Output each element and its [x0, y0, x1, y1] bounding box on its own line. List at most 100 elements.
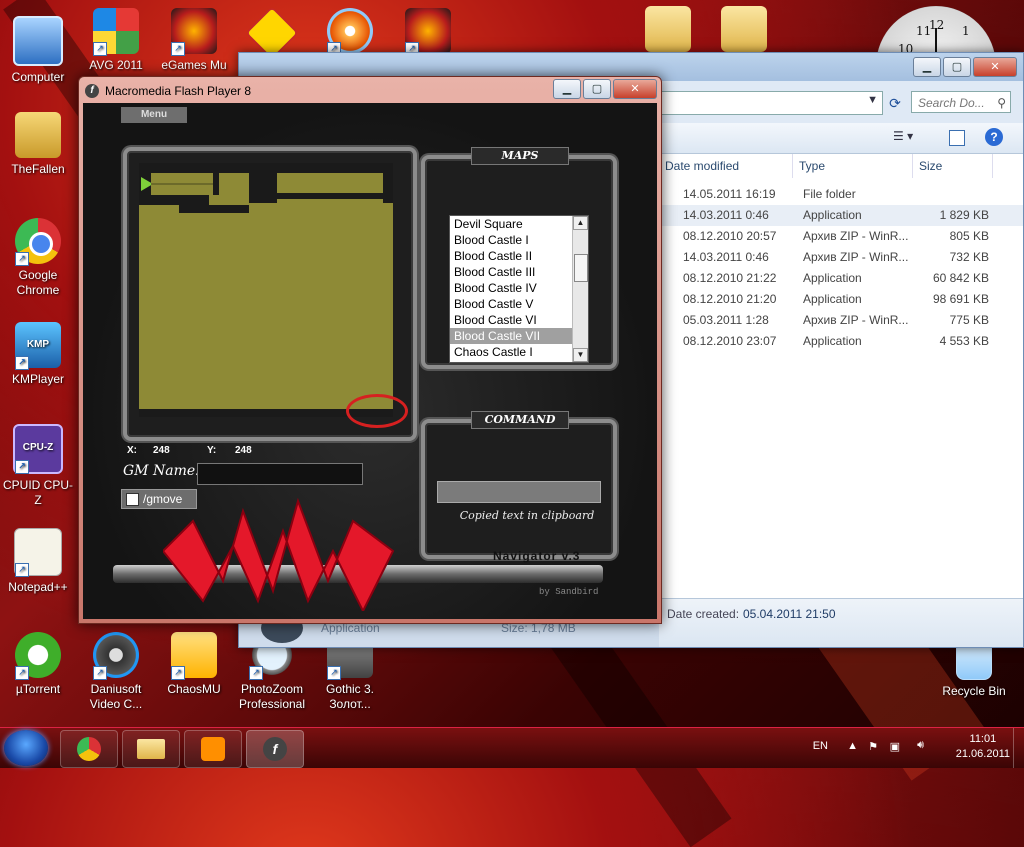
flash-titlebar[interactable]: f Macromedia Flash Player 8 [85, 81, 251, 101]
close-button[interactable]: ✕ [613, 79, 657, 99]
details-label: Date created: [667, 607, 740, 621]
chevron-down-icon[interactable]: ▼ [867, 94, 878, 106]
map-option[interactable]: Chaos Castle I [450, 344, 588, 360]
maps-scrollbar[interactable]: ▲ ▼ [572, 216, 588, 362]
maximize-button[interactable]: ▢ [583, 79, 611, 99]
file-row[interactable]: 14.03.2011 0:46 Архив ZIP - WinR... 732 KB [659, 247, 1023, 268]
file-row[interactable]: 14.05.2011 16:19 File folder [659, 184, 1023, 205]
play-icon [201, 737, 225, 761]
file-row[interactable]: 08.12.2010 20:57 Архив ZIP - WinR... 805 K… [659, 226, 1023, 247]
menu-button[interactable]: Menu [121, 107, 187, 123]
folder-icon [645, 6, 691, 52]
desktop-icon-label: AVG 2011 [89, 58, 143, 72]
desktop-icon-notepadpp[interactable]: ↗ Notepad++ [2, 528, 74, 595]
file-type: Application [803, 292, 862, 306]
map-option[interactable]: Blood Castle III [450, 264, 588, 280]
column-date-modified[interactable]: Date modified [659, 154, 793, 178]
chrome-icon [77, 737, 101, 761]
language-indicator[interactable]: EN [813, 740, 828, 752]
network-icon[interactable]: ▣ [890, 740, 900, 753]
preview-pane-icon[interactable] [949, 130, 965, 146]
file-date: 08.12.2010 20:57 [683, 229, 777, 243]
window-title: Macromedia Flash Player 8 [105, 84, 252, 98]
chaosmu-icon: ↗ [171, 632, 217, 680]
minimize-button[interactable]: ▁ [913, 57, 941, 77]
desktop-icon-disc[interactable]: ↗ [314, 8, 386, 58]
refresh-icon[interactable]: ⟳ [885, 93, 905, 113]
map-option[interactable]: Devil Square [450, 216, 588, 232]
address-bar[interactable]: ▼ [659, 91, 883, 115]
desktop-icon-label: Computer [11, 70, 65, 84]
file-row[interactable]: 08.12.2010 23:07 Application 4 553 KB [659, 331, 1023, 352]
desktop-icon-label: CPUID CPU-Z [2, 478, 73, 507]
file-size: 732 KB [949, 250, 989, 264]
file-date: 08.12.2010 21:20 [683, 292, 777, 306]
flag-icon[interactable]: ⚑ [868, 740, 878, 753]
desktop-icon-avg[interactable]: ↗ AVG 2011 [80, 8, 152, 73]
desktop-icon-chaosmu[interactable]: ↗ ChaosMU [158, 632, 230, 697]
desktop-icon-egames-2[interactable]: ↗ [392, 8, 464, 58]
flash-player-window[interactable]: f Macromedia Flash Player 8 ▁ ▢ ✕ Menu X… [78, 76, 662, 624]
volume-icon[interactable]: 🔊︎ [917, 739, 924, 752]
details-value: 05.04.2011 21:50 [743, 607, 836, 621]
desktop-icon-chrome[interactable]: ↗ Google Chrome [2, 218, 74, 298]
desktop-icon-label: ChaosMU [167, 682, 221, 696]
explorer-toolbar: ☰ ▾ ? [659, 123, 1023, 154]
desktop-icon-utorrent[interactable]: ↗ µTorrent [2, 632, 74, 697]
file-type: Архив ZIP - WinR... [803, 229, 909, 243]
scroll-up-icon[interactable]: ▲ [573, 216, 588, 230]
desktop-icon-folder-1[interactable] [632, 6, 704, 56]
scroll-thumb[interactable] [574, 254, 588, 282]
show-desktop-button[interactable] [1013, 728, 1024, 768]
scroll-down-icon[interactable]: ▼ [573, 348, 588, 362]
file-type: Application [803, 271, 862, 285]
maximize-button[interactable]: ▢ [943, 57, 971, 77]
map-option[interactable]: Blood Castle VI [450, 312, 588, 328]
desktop-icon-computer[interactable]: Computer [2, 16, 74, 85]
map-option[interactable]: Blood Castle V [450, 296, 588, 312]
file-row[interactable]: 14.03.2011 0:46 Application 1 829 KB [659, 205, 1023, 226]
desktop-icon-thefallen[interactable]: TheFallen [2, 112, 74, 177]
desktop-icon-label: TheFallen [11, 162, 65, 176]
show-hidden-icons-icon[interactable]: ▲ [847, 740, 858, 752]
start-button[interactable] [4, 730, 48, 766]
position-highlight-circle [346, 394, 408, 428]
map-option[interactable]: Blood Castle IV [450, 280, 588, 296]
desktop-icon-daniusoft[interactable]: ↗ Daniusoft Video C... [80, 632, 152, 712]
taskbar-clock[interactable]: 11:01 21.06.2011 [956, 732, 1010, 762]
flash-stage: Menu X: 248 Y: 248 GM Name: /gmove MAPS … [83, 103, 657, 619]
gm-name-input[interactable] [197, 463, 363, 485]
desktop-icon-egames[interactable]: ↗ eGames Mu [158, 8, 230, 73]
file-size: 1 829 KB [939, 208, 989, 222]
file-row[interactable]: 08.12.2010 21:20 Application 98 691 KB [659, 289, 1023, 310]
checkbox-box[interactable] [126, 492, 139, 506]
view-options-icon[interactable]: ☰ ▾ [893, 129, 923, 147]
file-date: 14.03.2011 0:46 [683, 208, 769, 222]
maps-title: MAPS [471, 147, 569, 165]
desktop-icon-label: PhotoZoom Professional [238, 682, 306, 711]
flash-icon: f [85, 84, 99, 98]
folder-user-icon [15, 112, 61, 158]
minimize-button[interactable]: ▁ [553, 79, 581, 99]
column-type[interactable]: Type [793, 154, 913, 178]
taskbar-explorer[interactable] [122, 730, 180, 768]
desktop-icon-cpuz[interactable]: CPU-Z ↗ CPUID CPU-Z [2, 424, 74, 508]
desktop-icon-kmplayer[interactable]: KMP ↗ KMPlayer [2, 322, 74, 387]
map-option[interactable]: Blood Castle I [450, 232, 588, 248]
column-size[interactable]: Size [913, 154, 993, 178]
map-option-selected[interactable]: Blood Castle VII [450, 328, 588, 344]
command-output[interactable] [437, 481, 601, 503]
help-icon[interactable]: ? [985, 128, 1003, 146]
map-option[interactable]: Blood Castle II [450, 248, 588, 264]
taskbar-chrome[interactable] [60, 730, 118, 768]
taskbar-flash-player[interactable]: f [246, 730, 304, 768]
close-button[interactable]: ✕ [973, 57, 1017, 77]
file-row[interactable]: 05.03.2011 1:28 Архив ZIP - WinR... 775 KB [659, 310, 1023, 331]
taskbar-media-player[interactable] [184, 730, 242, 768]
map-view[interactable] [139, 163, 393, 417]
search-input[interactable]: Search Do... ⚲ [911, 91, 1011, 113]
file-date: 08.12.2010 23:07 [683, 334, 777, 348]
desktop-icon-folder-2[interactable] [708, 6, 780, 56]
maps-listbox[interactable]: Devil Square Blood Castle I Blood Castle… [449, 215, 589, 363]
file-row[interactable]: 08.12.2010 21:22 Application 60 842 KB [659, 268, 1023, 289]
